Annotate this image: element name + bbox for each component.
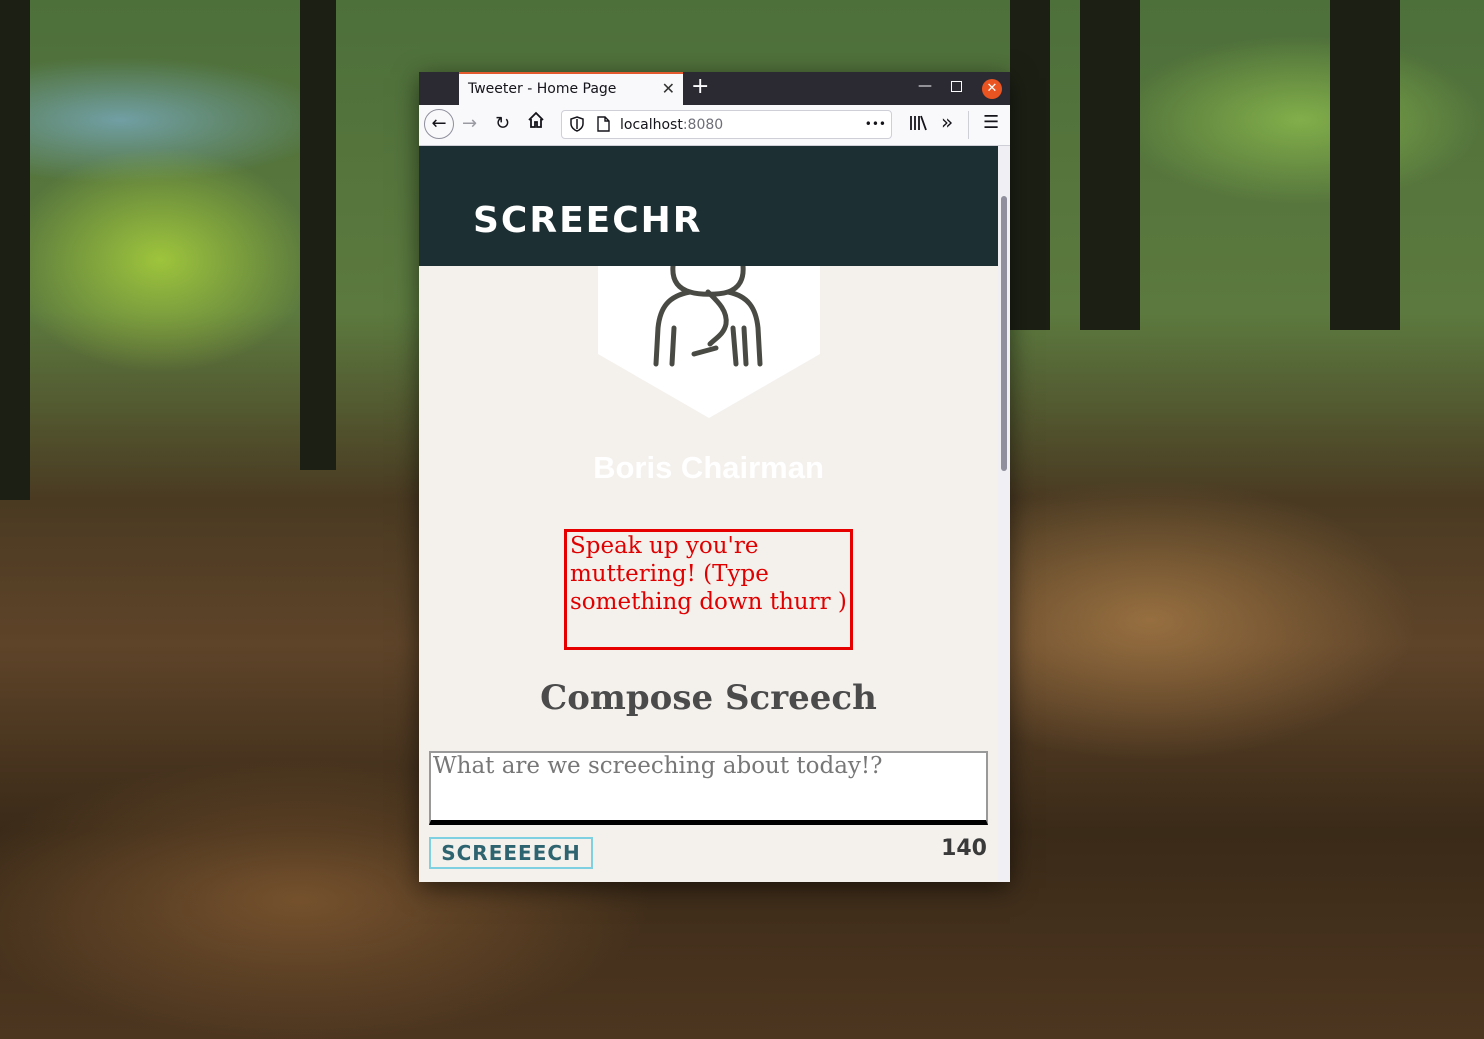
tab-title: Tweeter - Home Page (468, 81, 617, 97)
character-counter: 140 (941, 836, 987, 861)
home-icon[interactable] (527, 111, 545, 135)
url-text: localhost:8080 (620, 117, 723, 133)
browser-window: Tweeter - Home Page ✕ + — ✕ ← → ↻ localh… (419, 72, 1010, 882)
new-tab-button[interactable]: + (691, 74, 709, 99)
page-content: SCREECHR Boris Chairman Speak up you're … (419, 146, 998, 882)
compose-textarea[interactable] (429, 751, 988, 825)
wallpaper-trunk (1010, 0, 1050, 330)
vertical-scrollbar[interactable] (998, 146, 1010, 882)
browser-titlebar: Tweeter - Home Page ✕ + — ✕ (419, 72, 1010, 105)
url-bar[interactable]: localhost:8080 ••• (561, 110, 892, 139)
compose-title: Compose Screech (540, 678, 877, 718)
forward-arrow-icon[interactable]: → (462, 113, 477, 135)
toolbar-separator (968, 111, 969, 139)
url-host: localhost (620, 117, 683, 133)
wallpaper-trunk (0, 0, 30, 500)
user-display-name: Boris Chairman (593, 450, 824, 485)
scrollbar-thumb[interactable] (1001, 196, 1007, 471)
wallpaper-trunk (1330, 0, 1400, 330)
minimize-button[interactable]: — (918, 78, 932, 94)
wallpaper-trunk (1080, 0, 1140, 330)
browser-tab[interactable]: Tweeter - Home Page ✕ (459, 72, 683, 105)
navigation-toolbar: ← → ↻ localhost:8080 ••• » ☰ (419, 105, 1010, 146)
user-avatar-badge (598, 263, 820, 418)
back-arrow-icon[interactable]: ← (424, 109, 454, 139)
tab-close-icon[interactable]: ✕ (662, 79, 675, 98)
library-icon[interactable] (908, 113, 928, 139)
url-port: :8080 (682, 117, 724, 133)
maximize-button[interactable] (951, 81, 962, 92)
site-logo[interactable]: SCREECHR (473, 200, 703, 241)
hamburger-menu-icon[interactable]: ☰ (983, 112, 999, 134)
shield-icon[interactable] (570, 116, 584, 136)
close-window-button[interactable]: ✕ (982, 79, 1002, 99)
overflow-chevrons-icon[interactable]: » (941, 111, 953, 133)
error-message: Speak up you're muttering! (Type somethi… (564, 529, 853, 650)
site-header: SCREECHR (419, 146, 998, 266)
reload-icon[interactable]: ↻ (495, 113, 510, 135)
screech-submit-button[interactable]: SCREEEECH (429, 837, 593, 869)
page-icon (597, 116, 610, 136)
page-actions-button[interactable]: ••• (865, 117, 886, 131)
wallpaper-trunk (300, 0, 336, 470)
